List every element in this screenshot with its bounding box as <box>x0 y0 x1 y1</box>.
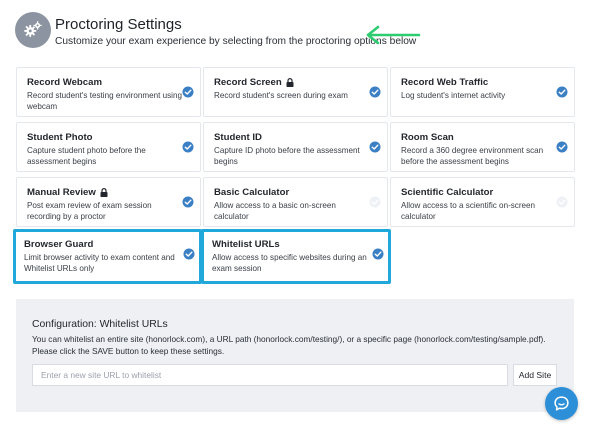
page-header: Proctoring Settings Customize your exam … <box>15 12 575 52</box>
option-title: Student Photo <box>27 132 93 143</box>
gears-icon <box>15 12 51 48</box>
option-title-row: Manual Review <box>27 187 108 198</box>
option-whitelist-urls[interactable]: Whitelist URLs Allow access to specific … <box>201 229 391 284</box>
option-description: Allow access to specific websites during… <box>212 253 367 273</box>
option-student-id[interactable]: Student ID Capture ID photo before the a… <box>203 122 388 172</box>
option-record-web-traffic[interactable]: Record Web Traffic Log student's interne… <box>390 67 575 117</box>
option-title: Manual Review <box>27 187 96 198</box>
option-description: Record student's screen during exam <box>214 91 348 100</box>
lock-icon <box>100 188 108 197</box>
option-title: Room Scan <box>401 132 454 143</box>
option-room-scan[interactable]: Room Scan Record a 360 degree environmen… <box>390 122 575 172</box>
option-student-photo[interactable]: Student Photo Capture student photo befo… <box>16 122 201 172</box>
option-title: Basic Calculator <box>214 187 290 198</box>
lock-icon <box>286 78 294 87</box>
option-title: Record Webcam <box>27 77 102 88</box>
option-scientific-calculator[interactable]: Scientific Calculator Allow access to a … <box>390 177 575 227</box>
chat-bubble-icon[interactable] <box>545 387 578 420</box>
option-title: Browser Guard <box>24 239 94 250</box>
option-description: Record a 360 degree environment scan bef… <box>401 146 544 166</box>
option-title: Student ID <box>214 132 262 143</box>
checkmark-icon[interactable] <box>556 141 568 153</box>
annotation-arrow-icon <box>366 25 421 45</box>
option-title: Scientific Calculator <box>401 187 494 198</box>
option-title: Record Web Traffic <box>401 77 489 88</box>
option-description: Post exam review of exam session recordi… <box>27 201 152 221</box>
option-title-row: Record Screen <box>214 77 294 88</box>
option-record-webcam[interactable]: Record Webcam Record student's testing e… <box>16 67 201 117</box>
config-title: Configuration: Whitelist URLs <box>32 319 168 330</box>
option-record-screen[interactable]: Record Screen Record student's screen du… <box>203 67 388 117</box>
option-description: Allow access to a basic on-screen calcul… <box>214 201 336 221</box>
checkmark-icon[interactable] <box>556 86 568 98</box>
option-basic-calculator[interactable]: Basic Calculator Allow access to a basic… <box>203 177 388 227</box>
checkmark-icon[interactable] <box>183 248 195 260</box>
add-site-button[interactable]: Add Site <box>513 364 557 386</box>
whitelist-config-panel: Configuration: Whitelist URLs You can wh… <box>16 299 574 412</box>
option-title: Record Screen <box>214 77 282 88</box>
option-browser-guard[interactable]: Browser Guard Limit browser activity to … <box>13 229 202 284</box>
option-title: Whitelist URLs <box>212 239 280 250</box>
checkmark-icon[interactable] <box>182 196 194 208</box>
checkmark-unchecked-icon[interactable] <box>556 196 568 208</box>
checkmark-unchecked-icon[interactable] <box>369 196 381 208</box>
option-description: Limit browser activity to exam content a… <box>24 253 175 273</box>
checkmark-icon[interactable] <box>369 86 381 98</box>
page-title: Proctoring Settings <box>55 16 182 33</box>
checkmark-icon[interactable] <box>372 248 384 260</box>
option-description: Log student's internet activity <box>401 91 506 100</box>
option-description: Record student's testing environment usi… <box>27 91 182 111</box>
config-description: You can whitelist an entire site (honorl… <box>32 334 546 356</box>
option-manual-review[interactable]: Manual Review Post exam review of exam s… <box>16 177 201 227</box>
option-description: Allow access to a scientific on-screen c… <box>401 201 536 221</box>
checkmark-icon[interactable] <box>182 141 194 153</box>
whitelist-url-input[interactable] <box>32 364 508 386</box>
checkmark-icon[interactable] <box>369 141 381 153</box>
option-description: Capture student photo before the assessm… <box>27 146 146 166</box>
checkmark-icon[interactable] <box>182 86 194 98</box>
option-description: Capture ID photo before the assessment b… <box>214 146 360 166</box>
